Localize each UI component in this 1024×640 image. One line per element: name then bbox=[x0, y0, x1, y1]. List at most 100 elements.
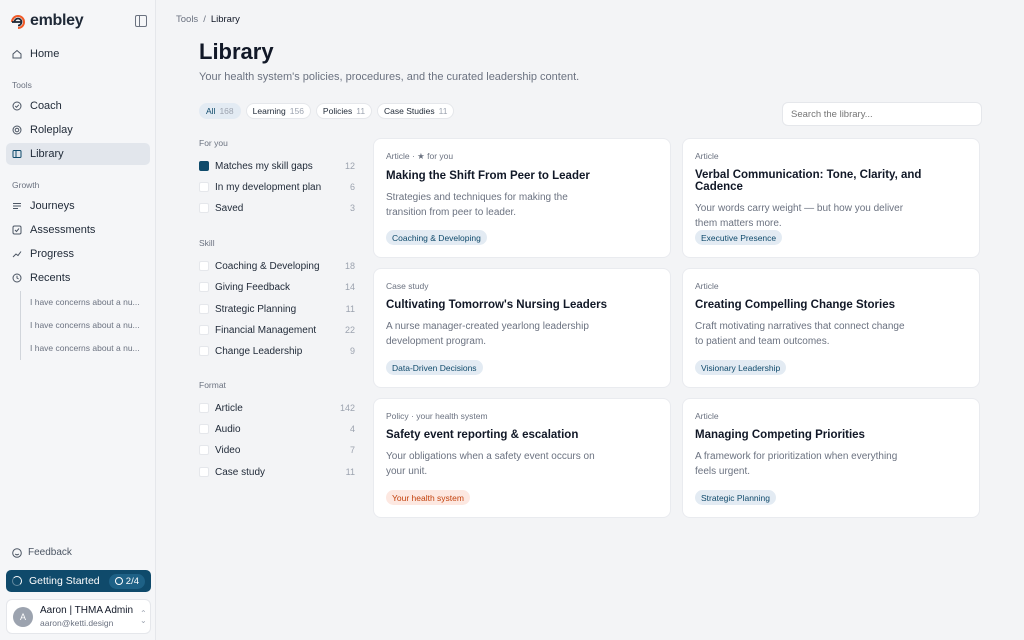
filter-option[interactable]: Change Leadership 9 bbox=[199, 344, 355, 358]
progress-icon bbox=[12, 251, 22, 258]
filter-option[interactable]: Coaching & Developing 18 bbox=[199, 259, 355, 273]
checkbox[interactable] bbox=[199, 261, 209, 271]
checkbox[interactable] bbox=[199, 325, 209, 335]
sidebar-item-label: Progress bbox=[30, 248, 75, 260]
sidebar-item-label: Library bbox=[30, 148, 64, 160]
sidebar-item-recents[interactable]: Recents bbox=[6, 267, 150, 289]
filter-option[interactable]: Saved 3 bbox=[199, 201, 355, 215]
checkbox[interactable] bbox=[199, 403, 209, 413]
tab-label: Policies bbox=[322, 106, 353, 116]
filter-option[interactable]: Financial Management 22 bbox=[199, 323, 355, 337]
library-card[interactable]: Article Creating Compelling Change Stori… bbox=[682, 268, 980, 388]
filter-count: 7 bbox=[349, 445, 355, 455]
card-meta: Article · ★ for you bbox=[386, 151, 454, 161]
card-description: A nurse manager-created yearlong leaders… bbox=[386, 321, 589, 347]
library-search-input[interactable] bbox=[782, 102, 982, 126]
sidebar-item-journeys[interactable]: Journeys bbox=[6, 195, 150, 217]
tab-label: Learning bbox=[252, 106, 286, 116]
app-logo[interactable]: embley bbox=[10, 10, 84, 32]
filter-count: 18 bbox=[344, 261, 355, 271]
breadcrumb-tools[interactable]: Tools bbox=[176, 14, 198, 25]
card-meta: Policy · your health system bbox=[386, 411, 488, 421]
coach-icon bbox=[12, 101, 22, 111]
filter-heading-format: Format bbox=[199, 380, 226, 390]
filter-option[interactable]: Matches my skill gaps 12 bbox=[199, 159, 355, 173]
filter-label: In my development plan bbox=[215, 181, 322, 193]
embley-logo-icon bbox=[11, 15, 25, 29]
sidebar-section-tools: Tools bbox=[12, 80, 32, 90]
recents-list: I have concerns about a nu... I have con… bbox=[20, 291, 150, 360]
filter-option[interactable]: Video 7 bbox=[199, 443, 355, 457]
health-system-tag: Your health system bbox=[386, 490, 470, 505]
sidebar-item-home[interactable]: Home bbox=[6, 43, 150, 65]
recent-conversation[interactable]: I have concerns about a nu... bbox=[21, 337, 150, 360]
library-card[interactable]: Article · ★ for you Making the Shift Fro… bbox=[373, 138, 671, 258]
user-menu[interactable]: A Aaron | THMA Admin aaron@ketti.design … bbox=[6, 599, 151, 634]
library-tabs: All 168 Learning 156 Policies 11 Case Studi… bbox=[199, 103, 455, 119]
filter-option[interactable]: Article 142 bbox=[199, 401, 355, 415]
card-description: Your words carry weight — but how you de… bbox=[695, 203, 904, 229]
checkbox[interactable] bbox=[199, 161, 209, 171]
sidebar-item-label: Recents bbox=[30, 272, 71, 284]
checkbox[interactable] bbox=[199, 445, 209, 455]
card-title: Safety event reporting & escalation bbox=[386, 429, 579, 441]
library-card[interactable]: Case study Cultivating Tomorrow's Nursin… bbox=[373, 268, 671, 388]
tab-learning[interactable]: Learning 156 bbox=[245, 103, 311, 119]
checkbox[interactable] bbox=[199, 203, 209, 213]
sidebar-toggle-icon[interactable] bbox=[135, 15, 147, 27]
card-meta: Article bbox=[695, 151, 719, 161]
checkbox[interactable] bbox=[199, 424, 209, 434]
filter-heading-skill: Skill bbox=[199, 238, 215, 248]
checkbox[interactable] bbox=[199, 304, 209, 314]
feedback-link[interactable]: Feedback bbox=[12, 547, 72, 558]
tab-count: 11 bbox=[356, 106, 366, 116]
sidebar-item-label: Coach bbox=[30, 100, 62, 112]
filter-label: Change Leadership bbox=[215, 345, 303, 357]
filter-label: Case study bbox=[215, 466, 266, 478]
getting-started-label: Getting Started bbox=[29, 575, 100, 587]
tab-case-studies[interactable]: Case Studies 11 bbox=[377, 103, 455, 119]
sidebar-item-roleplay[interactable]: Roleplay bbox=[6, 119, 150, 141]
sidebar-item-progress[interactable]: Progress bbox=[6, 243, 150, 265]
sidebar-item-coach[interactable]: Coach bbox=[6, 95, 150, 117]
library-card[interactable]: Article Verbal Communication: Tone, Clar… bbox=[682, 138, 980, 258]
checkbox[interactable] bbox=[199, 346, 209, 356]
skill-tag: Executive Presence bbox=[695, 230, 783, 245]
recent-conversation[interactable]: I have concerns about a nu... bbox=[21, 314, 150, 337]
sidebar-item-library[interactable]: Library bbox=[6, 143, 150, 165]
card-title: Verbal Communication: Tone, Clarity, and… bbox=[695, 169, 922, 193]
library-card[interactable]: Policy · your health system Safety event… bbox=[373, 398, 671, 518]
assessments-icon bbox=[12, 225, 22, 235]
recent-conversation[interactable]: I have concerns about a nu... bbox=[21, 291, 150, 314]
user-email: aaron@ketti.design bbox=[40, 618, 114, 628]
filter-option[interactable]: Case study 11 bbox=[199, 465, 355, 479]
tab-label: Case Studies bbox=[384, 106, 435, 116]
filter-option[interactable]: In my development plan 6 bbox=[199, 180, 355, 194]
filter-label: Audio bbox=[215, 423, 241, 435]
sidebar-item-assessments[interactable]: Assessments bbox=[6, 219, 150, 241]
filter-option[interactable]: Strategic Planning 11 bbox=[199, 302, 355, 316]
tab-all[interactable]: All 168 bbox=[199, 103, 241, 119]
getting-started-button[interactable]: Getting Started 2/4 bbox=[6, 570, 151, 592]
filter-count: 4 bbox=[349, 424, 355, 434]
tab-policies[interactable]: Policies 11 bbox=[315, 103, 373, 119]
getting-started-progress: 2/4 bbox=[125, 575, 139, 587]
sidebar-item-label: Home bbox=[30, 48, 60, 60]
card-title: Managing Competing Priorities bbox=[695, 429, 865, 441]
library-card[interactable]: Article Managing Competing Priorities A … bbox=[682, 398, 980, 518]
card-meta: Article bbox=[695, 411, 719, 421]
filter-label: Coaching & Developing bbox=[215, 260, 320, 272]
sidebar-section-growth: Growth bbox=[12, 180, 40, 190]
card-description: Strategies and techniques for making the… bbox=[386, 192, 568, 218]
card-meta: Case study bbox=[386, 281, 429, 291]
checkbox[interactable] bbox=[199, 282, 209, 292]
filter-option[interactable]: Audio 4 bbox=[199, 422, 355, 436]
tab-count: 11 bbox=[438, 106, 448, 116]
checkbox[interactable] bbox=[199, 182, 209, 192]
checkbox[interactable] bbox=[199, 467, 209, 477]
filter-label: Saved bbox=[215, 202, 244, 214]
feedback-label: Feedback bbox=[28, 547, 72, 558]
filter-option[interactable]: Giving Feedback 14 bbox=[199, 280, 355, 294]
home-icon bbox=[12, 49, 22, 59]
skill-tag: Data-Driven Decisions bbox=[386, 360, 483, 375]
